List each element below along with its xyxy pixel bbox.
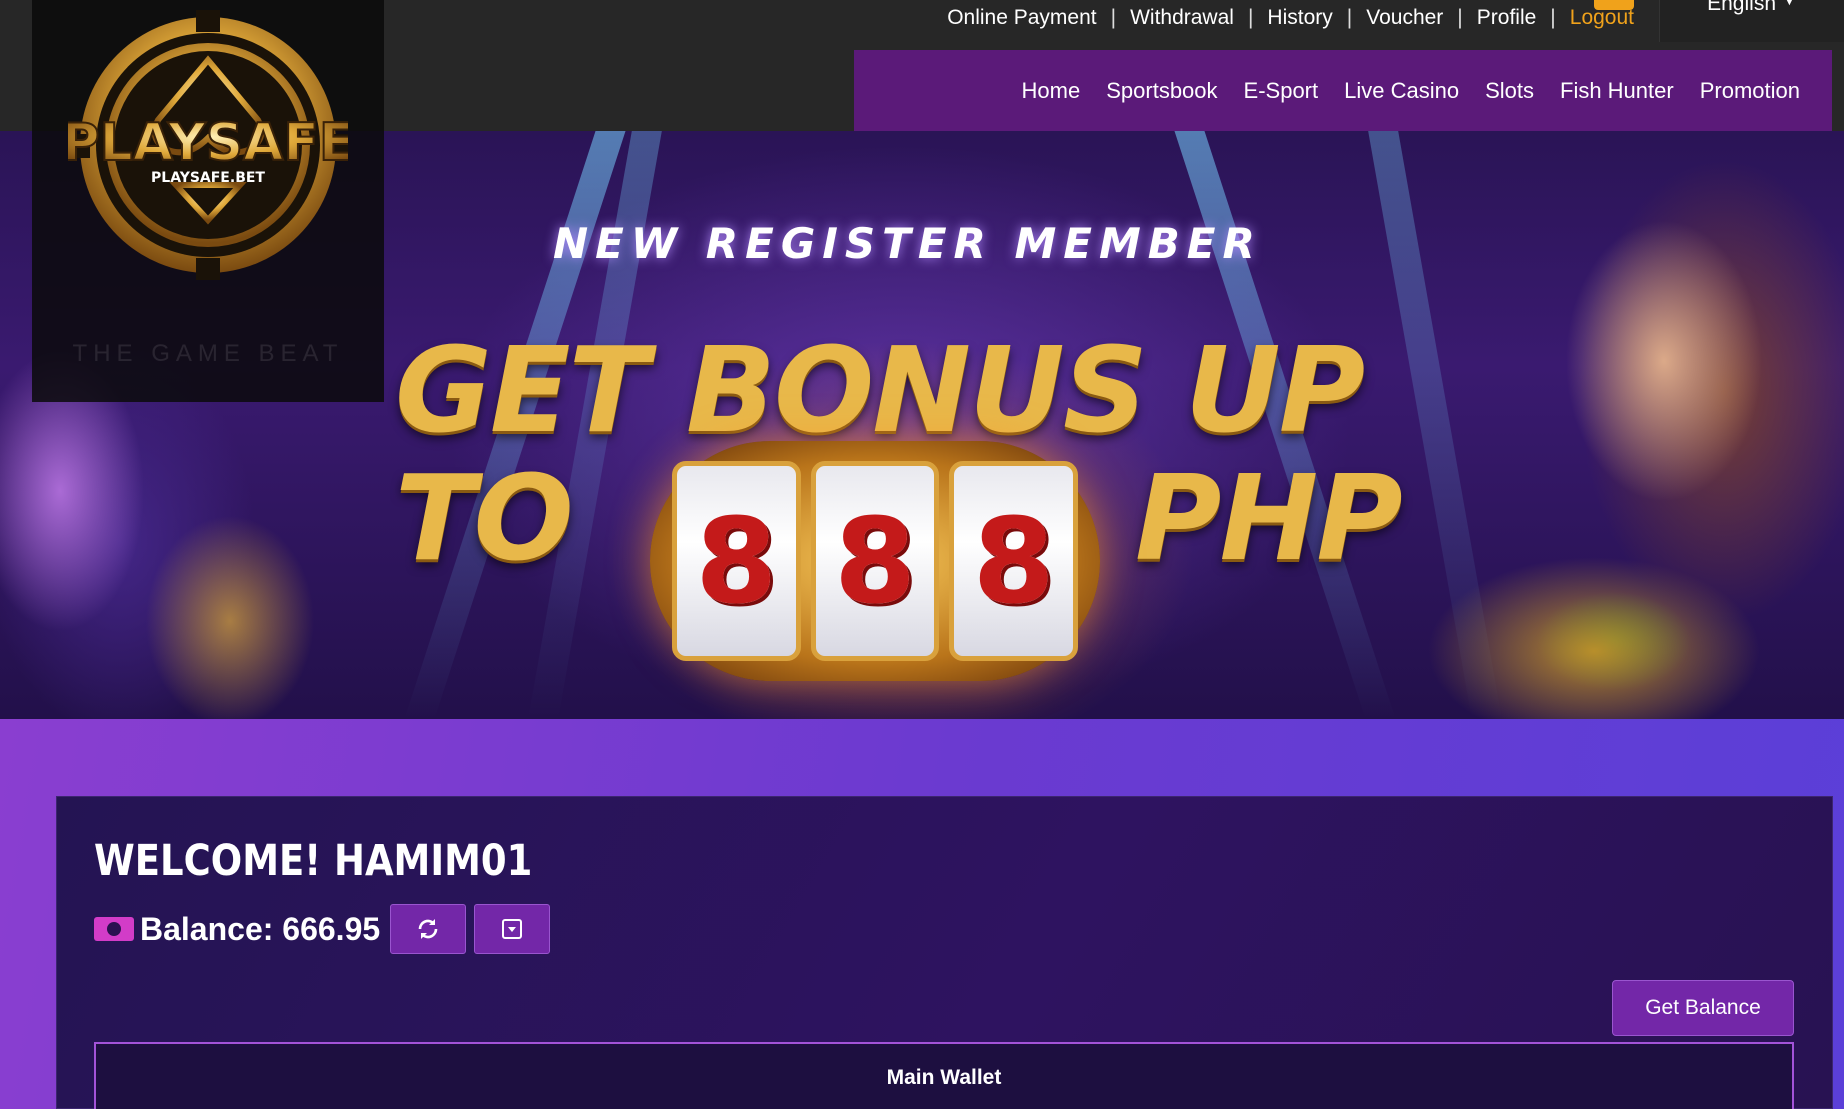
main-wallet-title: Main Wallet xyxy=(886,1066,1002,1089)
model-treasure-art xyxy=(1364,131,1844,719)
account-links: Online Payment | Withdrawal | History | … xyxy=(947,0,1634,30)
link-separator: | xyxy=(1110,6,1117,29)
banner-kicker: NEW REGISTER MEMBER xyxy=(553,219,1262,268)
slot-reel: 8 xyxy=(810,461,940,661)
logo-domain-text: PLAYSAFE.BET xyxy=(151,170,265,186)
online-payment-link[interactable]: Online Payment xyxy=(947,6,1096,30)
balance-row: Balance: 666.95 xyxy=(94,904,551,954)
history-link[interactable]: History xyxy=(1267,6,1332,30)
logo-tagline: THE GAME BEAT xyxy=(72,340,344,367)
nav-fish-hunter[interactable]: Fish Hunter xyxy=(1560,78,1674,104)
nav-esport[interactable]: E-Sport xyxy=(1244,78,1319,104)
site-logo[interactable]: PLAYSAFE PLAYSAFE.BET THE GAME BEAT xyxy=(32,0,384,402)
link-separator: | xyxy=(1550,6,1556,29)
link-separator: | xyxy=(1346,6,1353,29)
language-label: English xyxy=(1707,0,1777,15)
main-nav: Home Sportsbook E-Sport Live Casino Slot… xyxy=(854,50,1832,132)
poker-chip-logo-icon: PLAYSAFE PLAYSAFE.BET xyxy=(68,10,348,280)
link-separator: | xyxy=(1457,6,1463,29)
notification-badge xyxy=(1594,0,1634,10)
slot-reels: 8 8 8 xyxy=(650,441,1100,681)
balance-value: Balance: 666.95 xyxy=(140,910,381,947)
refresh-balance-button[interactable] xyxy=(390,904,467,954)
language-selector[interactable]: English ▼ xyxy=(1659,0,1844,42)
nav-promotion[interactable]: Promotion xyxy=(1700,78,1800,104)
cash-icon xyxy=(94,917,134,941)
link-separator: | xyxy=(1247,6,1254,29)
logout-link[interactable]: Logout xyxy=(1570,0,1634,30)
nav-slots[interactable]: Slots xyxy=(1485,78,1534,104)
voucher-link[interactable]: Voucher xyxy=(1366,6,1443,30)
refresh-icon xyxy=(418,919,438,939)
nav-live-casino[interactable]: Live Casino xyxy=(1344,78,1459,104)
profile-link[interactable]: Profile xyxy=(1477,6,1537,30)
logo-brand-text: PLAYSAFE xyxy=(68,113,348,173)
banner-headline-line2: TO PHP xyxy=(395,449,1403,587)
banner-headline-php: PHP xyxy=(1135,449,1403,587)
expand-icon xyxy=(502,919,523,939)
get-balance-button[interactable]: Get Balance xyxy=(1612,980,1794,1036)
nav-home[interactable]: Home xyxy=(1022,78,1081,104)
caret-down-icon: ▼ xyxy=(1782,0,1797,9)
nav-sportsbook[interactable]: Sportsbook xyxy=(1106,78,1217,104)
main-wallet-card: Main Wallet xyxy=(94,1042,1794,1109)
banner-headline-to: TO xyxy=(395,449,574,587)
slot-reel: 8 xyxy=(949,461,1079,661)
withdrawal-link[interactable]: Withdrawal xyxy=(1130,6,1234,30)
slot-reel: 8 xyxy=(672,461,801,661)
banner-headline-line1: GET BONUS UP xyxy=(395,321,1365,459)
welcome-heading: WELCOME! HAMIM01 xyxy=(94,836,533,886)
expand-wallets-button[interactable] xyxy=(474,904,551,954)
